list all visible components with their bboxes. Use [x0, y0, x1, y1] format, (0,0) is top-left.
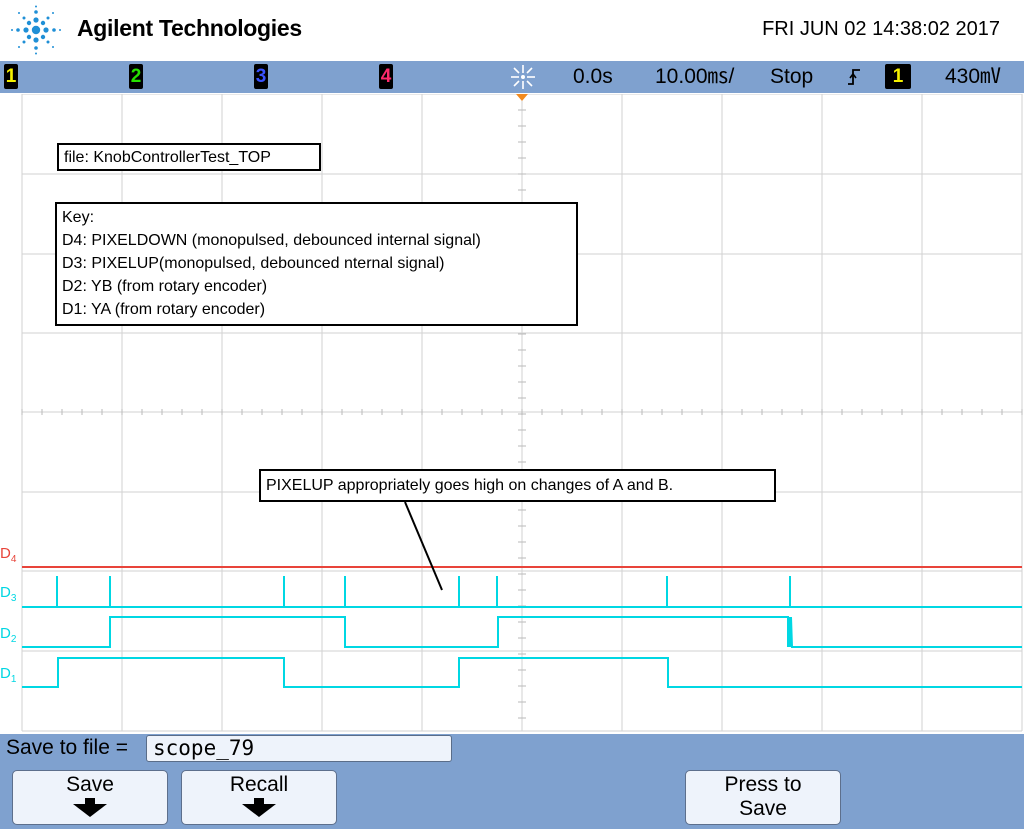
header: Agilent Technologies FRI JUN 02 14:38:02… [0, 0, 1024, 60]
press-to-save-line1: Press to [724, 773, 802, 796]
agilent-spark-logo-icon [11, 5, 61, 55]
date-time: FRI JUN 02 14:38:02 2017 [762, 18, 1000, 40]
run-state[interactable]: Stop [770, 64, 813, 90]
trigger-level[interactable]: 430㎷ [945, 64, 1001, 90]
waveform-display: file: KnobControllerTest_TOP Key: D4: PI… [0, 94, 1024, 734]
recall-button[interactable]: Recall [181, 770, 337, 825]
annotation-pointer [404, 501, 443, 591]
softkey-panel: Save to file = scope_79 Save Recall Pres… [0, 734, 1024, 829]
channel-2-indicator[interactable]: 2 [129, 64, 143, 89]
arrow-down-icon [242, 798, 276, 817]
horizontal-delay[interactable]: 0.0s [573, 64, 613, 90]
channel-3-indicator[interactable]: 3 [254, 64, 268, 89]
arrow-down-icon [73, 798, 107, 817]
timebase-scale[interactable]: 10.00㎳/ [655, 64, 734, 90]
trigger-spark-icon [511, 65, 535, 89]
channel-1-indicator[interactable]: 1 [4, 64, 18, 89]
d3-label: D3 [0, 584, 17, 604]
annotation-note: PIXELUP appropriately goes high on chang… [259, 469, 776, 502]
channel-4-indicator[interactable]: 4 [379, 64, 393, 89]
save-button[interactable]: Save [12, 770, 168, 825]
brand-name: Agilent Technologies [77, 15, 302, 41]
recall-button-label: Recall [229, 773, 289, 796]
key-title: Key: [62, 209, 95, 226]
key-d1: D1: YA (from rotary encoder) [62, 301, 266, 318]
trigger-position-marker [516, 94, 528, 101]
d1-label: D1 [0, 665, 17, 685]
file-note: file: KnobControllerTest_TOP [57, 143, 321, 171]
d4-label: D4 [0, 545, 17, 565]
trigger-source-indicator[interactable]: 1 [885, 64, 911, 89]
filename-field[interactable]: scope_79 [146, 735, 452, 762]
save-button-label: Save [66, 773, 114, 796]
key-d4: D4: PIXELDOWN (monopulsed, debounced int… [62, 232, 481, 249]
signal-key: Key: D4: PIXELDOWN (monopulsed, debounce… [55, 202, 578, 326]
press-to-save-line2: Save [739, 797, 787, 820]
key-d3: D3: PIXELUP(monopulsed, debounced nterna… [62, 255, 445, 272]
save-to-file-label: Save to file = [6, 736, 128, 759]
d2-label: D2 [0, 625, 17, 645]
press-to-save-button[interactable]: Press to Save [685, 770, 841, 825]
waveform-grid [21, 94, 1023, 732]
key-d2: D2: YB (from rotary encoder) [62, 278, 268, 295]
status-bar: 1 2 3 4 0.0s 10.00㎳/ Stop 1 430㎷ [0, 61, 1024, 93]
rising-edge-icon [848, 69, 860, 85]
